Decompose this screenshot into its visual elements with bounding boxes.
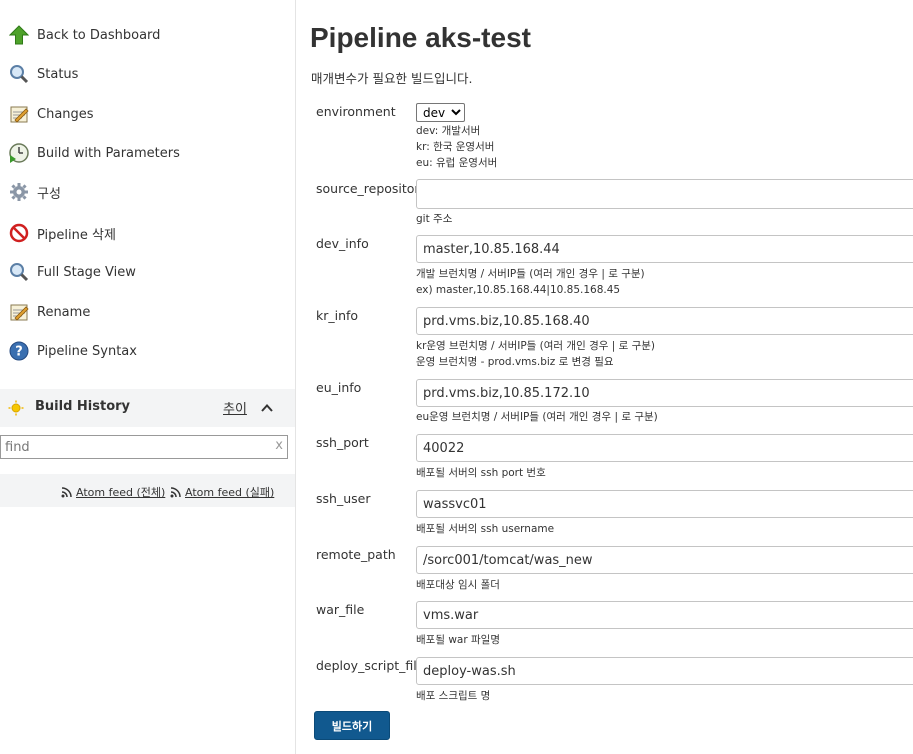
param-desc-dev-info: 개발 브런치명 / 서버IP들 (여러 개인 경우 | 로 구분) ex) ma… (416, 266, 645, 298)
gear-icon (8, 181, 30, 203)
notepad-icon (8, 103, 30, 125)
build-button[interactable]: 빌드하기 (314, 711, 390, 740)
param-label-kr-info: kr_info (316, 308, 359, 323)
remote-path-input[interactable] (416, 546, 913, 574)
task-label: Rename (37, 304, 91, 320)
desc-line: git 주소 (416, 213, 453, 225)
task-build-with-parameters[interactable]: Build with Parameters (8, 141, 180, 165)
task-label: Pipeline 삭제 (37, 227, 116, 243)
war-file-input[interactable] (416, 601, 913, 629)
source-repository-input[interactable] (416, 179, 913, 209)
page-subtitle: 매개변수가 필요한 빌드입니다. (311, 71, 473, 86)
eu-info-input[interactable] (416, 379, 913, 407)
task-changes[interactable]: Changes (8, 102, 94, 126)
atom-feed-all-label: Atom feed (전체) (76, 486, 166, 499)
param-desc-source-repository: git 주소 (416, 211, 452, 227)
task-full-stage-view[interactable]: Full Stage View (8, 260, 136, 284)
rss-icon (170, 486, 181, 497)
page-title: Pipeline aks-test (310, 22, 531, 53)
notepad-icon (8, 301, 30, 323)
task-label: 구성 (37, 186, 61, 202)
desc-line: kr운영 브런치명 / 서버IP들 (여러 개인 경우 | 로 구분) (416, 340, 656, 352)
no-entry-icon (8, 222, 30, 244)
desc-line: eu운영 브런치명 / 서버IP들 (여러 개인 경우 | 로 구분) (416, 411, 658, 423)
deploy-script-file-input[interactable] (416, 657, 913, 685)
dev-info-input[interactable] (416, 235, 913, 263)
sun-icon (8, 400, 24, 420)
magnifier-icon (8, 63, 30, 85)
ssh-user-input[interactable] (416, 490, 913, 518)
task-delete-pipeline[interactable]: Pipeline 삭제 (8, 221, 116, 245)
task-label: Full Stage View (37, 264, 136, 280)
atom-feed-failed-label: Atom feed (실패) (185, 486, 275, 499)
environment-select[interactable]: dev (416, 103, 465, 122)
build-history-header: Build History 추이 (0, 389, 295, 427)
desc-line: 배포될 서버의 ssh username (416, 523, 555, 535)
param-desc-environment: dev: 개발서버 kr: 한국 운영서버 eu: 유럽 운영서버 (416, 123, 497, 171)
desc-line: eu: 유럽 운영서버 (416, 157, 498, 169)
param-label-remote-path: remote_path (316, 547, 396, 562)
param-desc-war-file: 배포될 war 파일명 (416, 632, 500, 648)
atom-feed-failed-link[interactable]: Atom feed (실패) (170, 484, 274, 500)
ssh-port-input[interactable] (416, 434, 913, 462)
param-desc-ssh-port: 배포될 서버의 ssh port 번호 (416, 465, 546, 481)
param-label-source-repository: source_repository (316, 181, 427, 196)
param-desc-kr-info: kr운영 브런치명 / 서버IP들 (여러 개인 경우 | 로 구분) 운영 브… (416, 338, 655, 370)
feeds-bar: Atom feed (전체) Atom feed (실패) (0, 474, 295, 507)
task-label: Status (37, 66, 79, 82)
magnifier-icon (8, 261, 30, 283)
desc-line: 배포대상 임시 폴더 (416, 579, 500, 591)
svg-text:?: ? (15, 345, 23, 360)
task-label: Back to Dashboard (37, 27, 161, 43)
desc-line: dev: 개발서버 (416, 125, 481, 137)
find-box: x (0, 435, 288, 459)
rss-icon (61, 486, 72, 497)
param-label-environment: environment (316, 104, 396, 119)
atom-feed-all-link[interactable]: Atom feed (전체) (61, 484, 165, 500)
desc-line: 배포 스크립트 명 (416, 690, 491, 702)
task-pipeline-syntax[interactable]: ? Pipeline Syntax (8, 339, 137, 363)
task-configure[interactable]: 구성 (8, 180, 61, 204)
find-input[interactable] (1, 437, 269, 458)
param-desc-eu-info: eu운영 브런치명 / 서버IP들 (여러 개인 경우 | 로 구분) (416, 409, 658, 425)
task-status[interactable]: Status (8, 62, 78, 86)
kr-info-input[interactable] (416, 307, 913, 335)
clock-play-icon (8, 142, 30, 164)
desc-line: kr: 한국 운영서버 (416, 141, 495, 153)
task-label: Pipeline Syntax (37, 343, 137, 359)
param-label-ssh-user: ssh_user (316, 491, 371, 506)
task-back-to-dashboard[interactable]: Back to Dashboard (8, 23, 160, 47)
param-label-eu-info: eu_info (316, 380, 362, 395)
desc-line: 배포될 war 파일명 (416, 634, 500, 646)
task-label: Changes (37, 106, 94, 122)
param-label-war-file: war_file (316, 602, 365, 617)
help-icon: ? (8, 340, 30, 362)
param-desc-remote-path: 배포대상 임시 폴더 (416, 577, 500, 593)
task-label: Build with Parameters (37, 145, 180, 161)
sidebar: Back to Dashboard Status Changes Build w… (0, 0, 296, 754)
build-history-title: Build History (35, 399, 131, 414)
param-label-dev-info: dev_info (316, 236, 369, 251)
param-desc-deploy-script-file: 배포 스크립트 명 (416, 688, 490, 704)
chevron-up-icon[interactable] (260, 400, 274, 419)
param-label-deploy-script-file: deploy_script_file (316, 658, 425, 673)
desc-line: 배포될 서버의 ssh port 번호 (416, 467, 546, 479)
desc-line: 개발 브런치명 / 서버IP들 (여러 개인 경우 | 로 구분) (416, 268, 645, 280)
param-desc-ssh-user: 배포될 서버의 ssh username (416, 521, 554, 537)
task-rename[interactable]: Rename (8, 300, 90, 324)
clear-find-button[interactable]: x (275, 438, 283, 453)
up-arrow-icon (8, 24, 30, 46)
desc-line: 운영 브런치명 - prod.vms.biz 로 변경 필요 (416, 356, 614, 368)
desc-line: ex) master,10.85.168.44|10.85.168.45 (416, 284, 621, 296)
trend-link[interactable]: 추이 (223, 398, 247, 417)
param-label-ssh-port: ssh_port (316, 435, 369, 450)
main-panel: Pipeline aks-test 매개변수가 필요한 빌드입니다. envir… (296, 0, 913, 754)
